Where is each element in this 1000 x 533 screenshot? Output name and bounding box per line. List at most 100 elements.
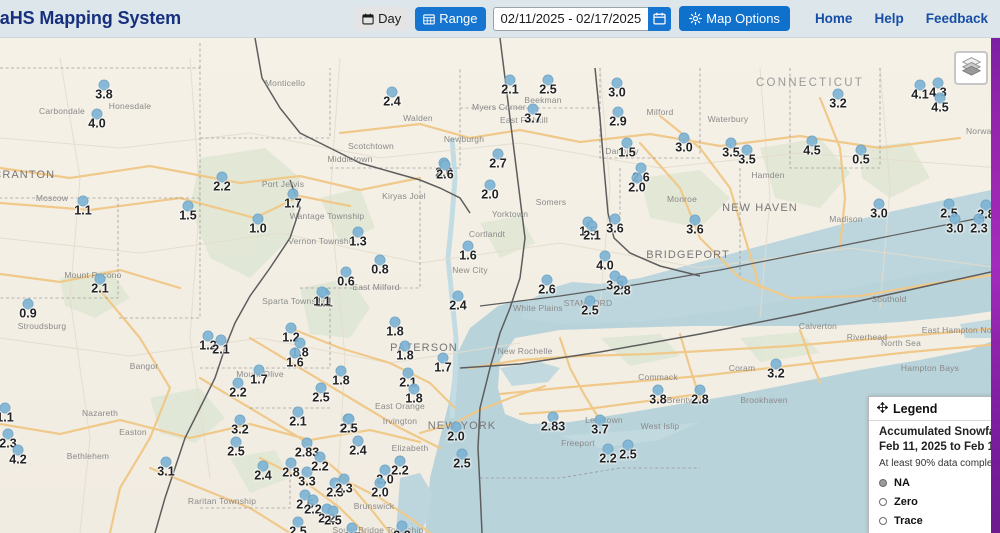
snowfall-marker[interactable]: 4.1 xyxy=(911,79,929,101)
snowfall-marker[interactable]: 4.0 xyxy=(596,250,614,272)
snowfall-marker[interactable]: 1.1 xyxy=(0,402,14,424)
snowfall-marker[interactable]: 1.8 xyxy=(405,383,423,405)
snowfall-marker[interactable]: 0.9 xyxy=(19,298,37,320)
snowfall-marker[interactable]: 1.5 xyxy=(618,137,636,159)
snowfall-marker[interactable]: 2.0 xyxy=(371,477,389,499)
snowfall-marker[interactable]: 2.4 xyxy=(254,460,272,482)
snowfall-marker[interactable]: 1.3 xyxy=(349,226,367,248)
nav-link-home[interactable]: Home xyxy=(815,11,853,26)
snowfall-marker[interactable]: 2.5 xyxy=(289,516,307,533)
snowfall-marker[interactable]: 4.3 xyxy=(929,77,947,99)
legend-item-zero[interactable]: Zero xyxy=(879,496,1000,508)
snowfall-marker[interactable]: 0.6 xyxy=(337,266,355,288)
snowfall-marker[interactable]: 1.1 xyxy=(74,195,92,217)
range-button[interactable]: Range xyxy=(415,6,486,31)
date-picker-button[interactable] xyxy=(648,6,672,31)
snowfall-marker[interactable]: 2.7 xyxy=(489,148,507,170)
snowfall-marker[interactable]: 1.6 xyxy=(286,347,304,369)
snowfall-marker[interactable]: 3.0 xyxy=(675,132,693,154)
snowfall-marker[interactable]: 2.0 xyxy=(376,464,394,486)
snowfall-marker[interactable]: 2.5 xyxy=(581,295,599,317)
legend-item-na[interactable]: NA xyxy=(879,477,1000,489)
snowfall-marker[interactable]: 2.1 xyxy=(212,334,230,356)
snowfall-marker[interactable]: 2.5 xyxy=(453,448,471,470)
snowfall-marker[interactable]: 2.2 xyxy=(229,377,247,399)
snowfall-marker[interactable]: 2.5 xyxy=(343,522,361,533)
snowfall-marker[interactable]: 3.5 xyxy=(738,144,756,166)
snowfall-marker[interactable]: 2.4 xyxy=(383,86,401,108)
snowfall-marker[interactable]: 2.4 xyxy=(449,290,467,312)
map-viewport[interactable]: Monticello Carbondale Honesdale Walden Myers… xyxy=(0,38,1000,533)
snowfall-marker[interactable]: 0.8 xyxy=(371,254,389,276)
snowfall-marker[interactable]: 2.5 xyxy=(940,198,958,220)
snowfall-marker[interactable]: 2.1 xyxy=(289,406,307,428)
snowfall-marker[interactable]: 3.2 xyxy=(231,414,249,436)
snowfall-marker[interactable]: 3.8 xyxy=(95,79,113,101)
snowfall-marker[interactable]: 2.3 xyxy=(0,428,17,450)
snowfall-marker[interactable]: 2.8 xyxy=(977,199,995,221)
date-range-control[interactable]: 02/11/2025 - 02/17/2025 xyxy=(492,6,672,31)
snowfall-marker[interactable]: 4.5 xyxy=(803,135,821,157)
day-button[interactable]: Day xyxy=(354,6,410,31)
snowfall-marker[interactable]: 1.7 xyxy=(250,364,268,386)
snowfall-marker[interactable]: 2.3 xyxy=(335,473,353,495)
snowfall-marker[interactable]: 3.2 xyxy=(767,358,785,380)
snowfall-marker[interactable]: 3.5 xyxy=(722,137,740,159)
snowfall-marker[interactable]: 2.5 xyxy=(312,382,330,404)
snowfall-marker[interactable]: 1.7 xyxy=(434,352,452,374)
snowfall-marker[interactable]: 2.5 xyxy=(324,505,342,527)
snowfall-marker[interactable]: 1.8 xyxy=(386,316,404,338)
legend-panel[interactable]: Legend Accumulated Snowfall Feb 11, 2025… xyxy=(868,395,1000,533)
snowfall-marker[interactable]: 2.1 xyxy=(91,273,109,295)
snowfall-marker[interactable]: 3.2 xyxy=(829,88,847,110)
snowfall-marker[interactable]: 1.8 xyxy=(332,365,350,387)
snowfall-marker[interactable]: 2.8 xyxy=(691,384,709,406)
snowfall-marker[interactable]: 2.0 xyxy=(628,172,646,194)
snowfall-marker[interactable]: 3.7 xyxy=(591,414,609,436)
snowfall-marker[interactable]: 2.8 xyxy=(613,275,631,297)
nav-link-feedback[interactable]: Feedback xyxy=(926,11,988,26)
layers-control-button[interactable] xyxy=(954,51,988,85)
snowfall-marker[interactable]: 2.0 xyxy=(447,421,465,443)
snowfall-marker[interactable]: 2.0 xyxy=(481,179,499,201)
snowfall-marker[interactable]: 1.7 xyxy=(284,188,302,210)
snowfall-marker[interactable]: 2.4 xyxy=(349,435,367,457)
snowfall-marker[interactable]: 2.6 xyxy=(436,159,454,181)
snowfall-marker[interactable]: 2.1 xyxy=(583,220,601,242)
legend-item-trace[interactable]: Trace xyxy=(879,515,1000,527)
snowfall-marker[interactable]: 3.8 xyxy=(649,384,667,406)
snowfall-marker[interactable]: 2.3 xyxy=(970,213,988,235)
snowfall-marker[interactable]: 2.5 xyxy=(227,436,245,458)
snowfall-marker[interactable]: 3.0 xyxy=(608,77,626,99)
snowfall-marker[interactable]: 2.2 xyxy=(393,520,411,533)
snowfall-marker[interactable]: 2.1 xyxy=(399,367,417,389)
snowfall-marker[interactable]: 2.83 xyxy=(295,437,319,459)
snowfall-marker[interactable]: 2.2 xyxy=(599,443,617,465)
snowfall-marker[interactable]: 2.5 xyxy=(619,439,637,461)
snowfall-marker[interactable]: 2.6 xyxy=(538,274,556,296)
snowfall-marker[interactable]: 1.2 xyxy=(282,322,300,344)
snowfall-marker[interactable]: 2.5 xyxy=(539,74,557,96)
snowfall-marker[interactable]: 2.2 xyxy=(391,455,409,477)
snowfall-marker[interactable]: 1.8 xyxy=(396,340,414,362)
snowfall-marker[interactable]: 2.83 xyxy=(541,411,565,433)
snowfall-marker[interactable]: 3.0 xyxy=(870,198,888,220)
snowfall-marker[interactable]: 3.6 xyxy=(606,213,624,235)
snowfall-marker[interactable]: 2.9 xyxy=(609,106,627,128)
snowfall-marker[interactable]: 4.2 xyxy=(9,444,27,466)
snowfall-marker[interactable]: 1.0 xyxy=(249,213,267,235)
snowfall-marker[interactable]: 4.0 xyxy=(88,108,106,130)
legend-header-draggable[interactable]: Legend xyxy=(869,401,1000,421)
snowfall-marker[interactable]: 3.6 xyxy=(686,214,704,236)
snowfall-marker[interactable]: 3.7 xyxy=(524,103,542,125)
snowfall-marker[interactable]: 1.1 xyxy=(313,286,331,308)
map-options-button[interactable]: Map Options xyxy=(679,6,790,31)
snowfall-marker[interactable]: 0.5 xyxy=(852,144,870,166)
snowfall-marker[interactable]: 3.0 xyxy=(946,213,964,235)
snowfall-marker[interactable]: 1.5 xyxy=(179,200,197,222)
snowfall-marker[interactable]: 2.2 xyxy=(213,171,231,193)
snowfall-marker[interactable]: 2.5 xyxy=(340,413,358,435)
snowfall-marker[interactable]: 2.2 xyxy=(311,451,329,473)
snowfall-marker[interactable]: 3.1 xyxy=(157,456,175,478)
date-range-input[interactable]: 02/11/2025 - 02/17/2025 xyxy=(492,6,649,31)
